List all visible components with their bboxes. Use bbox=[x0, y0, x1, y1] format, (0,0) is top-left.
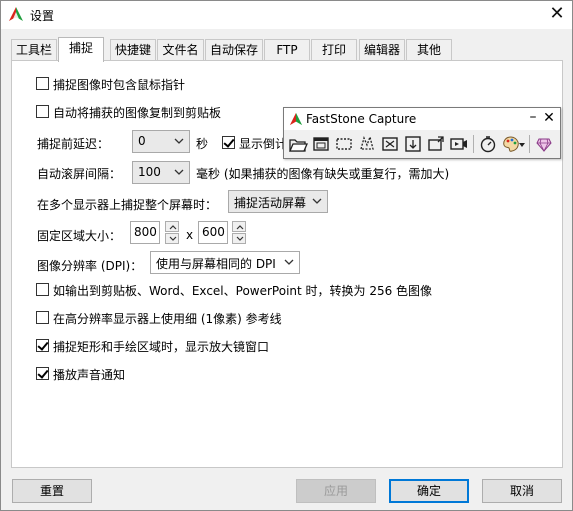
arrow-down-icon bbox=[169, 236, 177, 241]
fixed-width-up-button[interactable] bbox=[165, 221, 179, 232]
apply-button[interactable]: 应用 bbox=[296, 479, 376, 503]
scroll-interval-value: 100 bbox=[138, 165, 161, 179]
scroll-interval-select[interactable]: 100 bbox=[132, 161, 190, 184]
multi-monitor-label: 在多个显示器上捕捉整个屏幕时： bbox=[37, 198, 218, 212]
magnifier-label: 捕捉矩形和手绘区域时，显示放大镜窗口 bbox=[53, 340, 270, 354]
toolbar-minimize-button[interactable]: – bbox=[526, 108, 540, 128]
include-cursor-label: 捕捉图像时包含鼠标指针 bbox=[53, 78, 186, 92]
fixed-width-down-button[interactable] bbox=[165, 233, 179, 244]
arrow-up-icon bbox=[169, 225, 177, 230]
dpi-label: 图像分辨率 (DPI)： bbox=[37, 259, 143, 273]
capture-scrolling-icon[interactable] bbox=[403, 134, 423, 154]
faststone-logo-icon bbox=[289, 112, 303, 126]
tab-editor[interactable]: 编辑器 bbox=[359, 39, 405, 61]
faststone-capture-toolbar[interactable]: FastStone Capture – ✕ bbox=[283, 107, 561, 159]
toolbar-separator bbox=[529, 135, 530, 153]
screen-recorder-icon[interactable] bbox=[449, 134, 469, 154]
title-bar: 设置 ✕ bbox=[1, 1, 572, 29]
ok-button[interactable]: 确定 bbox=[389, 479, 469, 503]
settings-window: 设置 ✕ 工具栏 捕捉 快捷键 文件名 自动保存 FTP 打印 编辑器 其他 捕… bbox=[0, 0, 573, 511]
tab-capture[interactable]: 捕捉 bbox=[58, 37, 104, 62]
toolbar-close-button[interactable]: ✕ bbox=[542, 108, 556, 128]
thin-guides-checkbox[interactable] bbox=[36, 311, 49, 324]
tab-hotkeys[interactable]: 快捷键 bbox=[110, 39, 156, 61]
arrow-up-icon bbox=[236, 225, 244, 230]
tab-other[interactable]: 其他 bbox=[406, 39, 452, 61]
scroll-interval-label: 自动滚屏间隔： bbox=[37, 167, 122, 181]
capture-delay-unit: 秒 bbox=[196, 137, 209, 151]
fixed-size-label: 固定区域大小： bbox=[37, 229, 122, 243]
cancel-button[interactable]: 取消 bbox=[482, 479, 562, 503]
convert-256-label: 如输出到剪贴板、Word、Excel、PowerPoint 时，转换为 256 … bbox=[53, 284, 433, 298]
open-folder-icon[interactable] bbox=[288, 134, 308, 154]
fixed-width-spinner bbox=[165, 221, 179, 244]
show-countdown-checkbox[interactable] bbox=[222, 136, 235, 149]
dpi-select[interactable]: 使用与屏幕相同的 DPI bbox=[150, 251, 300, 274]
chevron-down-icon[interactable] bbox=[518, 134, 526, 154]
convert-256-checkbox[interactable] bbox=[36, 283, 49, 296]
chevron-down-icon bbox=[174, 138, 184, 144]
capture-fullscreen-icon[interactable] bbox=[380, 134, 400, 154]
capture-rectangle-icon[interactable] bbox=[334, 134, 354, 154]
tab-ftp[interactable]: FTP bbox=[264, 39, 310, 61]
multi-monitor-value: 捕捉活动屏幕 bbox=[234, 196, 307, 210]
sound-label: 播放声音通知 bbox=[53, 368, 126, 382]
tab-toolbar[interactable]: 工具栏 bbox=[11, 39, 57, 61]
reset-button[interactable]: 重置 bbox=[12, 479, 92, 503]
tab-filename[interactable]: 文件名 bbox=[157, 39, 204, 61]
timer-icon[interactable] bbox=[478, 134, 498, 154]
fixed-height-up-button[interactable] bbox=[232, 221, 246, 232]
tab-autosave[interactable]: 自动保存 bbox=[205, 39, 263, 61]
toolbar-title: FastStone Capture bbox=[306, 112, 417, 126]
window-title: 设置 bbox=[30, 9, 55, 23]
faststone-logo-icon bbox=[9, 7, 23, 21]
scroll-interval-unit: 毫秒 (如果捕获的图像有缺失或重复行，需加大) bbox=[196, 167, 450, 181]
capture-freehand-icon[interactable] bbox=[357, 134, 377, 154]
fixed-height-down-button[interactable] bbox=[232, 233, 246, 244]
dpi-value: 使用与屏幕相同的 DPI bbox=[156, 257, 276, 271]
capture-fixed-region-icon[interactable] bbox=[426, 134, 446, 154]
fixed-height-value: 600 bbox=[202, 225, 225, 239]
include-cursor-checkbox[interactable] bbox=[36, 77, 49, 90]
close-window-button[interactable]: ✕ bbox=[542, 1, 572, 29]
multi-monitor-select[interactable]: 捕捉活动屏幕 bbox=[228, 190, 328, 213]
capture-active-window-icon[interactable] bbox=[311, 134, 331, 154]
magnifier-checkbox[interactable] bbox=[36, 339, 49, 352]
chevron-down-icon bbox=[312, 198, 322, 204]
tab-print[interactable]: 打印 bbox=[311, 39, 357, 61]
toolbar-separator bbox=[473, 135, 474, 153]
auto-copy-label: 自动将捕获的图像复制到剪贴板 bbox=[53, 106, 222, 120]
chevron-down-icon bbox=[284, 259, 294, 265]
fixed-width-input[interactable]: 800 bbox=[130, 221, 160, 244]
fixed-width-value: 800 bbox=[134, 225, 157, 239]
chevron-down-icon bbox=[174, 169, 184, 175]
capture-delay-select[interactable]: 0 bbox=[132, 130, 190, 153]
fixed-height-spinner bbox=[232, 221, 246, 244]
thin-guides-label: 在高分辨率显示器上使用细 (1像素) 参考线 bbox=[53, 312, 282, 326]
arrow-down-icon bbox=[236, 236, 244, 241]
show-countdown-label: 显示倒计 bbox=[239, 137, 288, 151]
tab-strip: 工具栏 捕捉 快捷键 文件名 自动保存 FTP 打印 编辑器 其他 bbox=[11, 37, 561, 62]
settings-icon[interactable] bbox=[534, 134, 554, 154]
capture-delay-label: 捕捉前延迟： bbox=[37, 137, 110, 151]
toolbar-tools bbox=[286, 133, 558, 155]
sound-checkbox[interactable] bbox=[36, 367, 49, 380]
toolbar-title-bar[interactable]: FastStone Capture – ✕ bbox=[284, 108, 560, 130]
capture-delay-value: 0 bbox=[138, 134, 146, 148]
fixed-size-separator: x bbox=[186, 228, 194, 242]
fixed-height-input[interactable]: 600 bbox=[198, 221, 228, 244]
auto-copy-checkbox[interactable] bbox=[36, 105, 49, 118]
